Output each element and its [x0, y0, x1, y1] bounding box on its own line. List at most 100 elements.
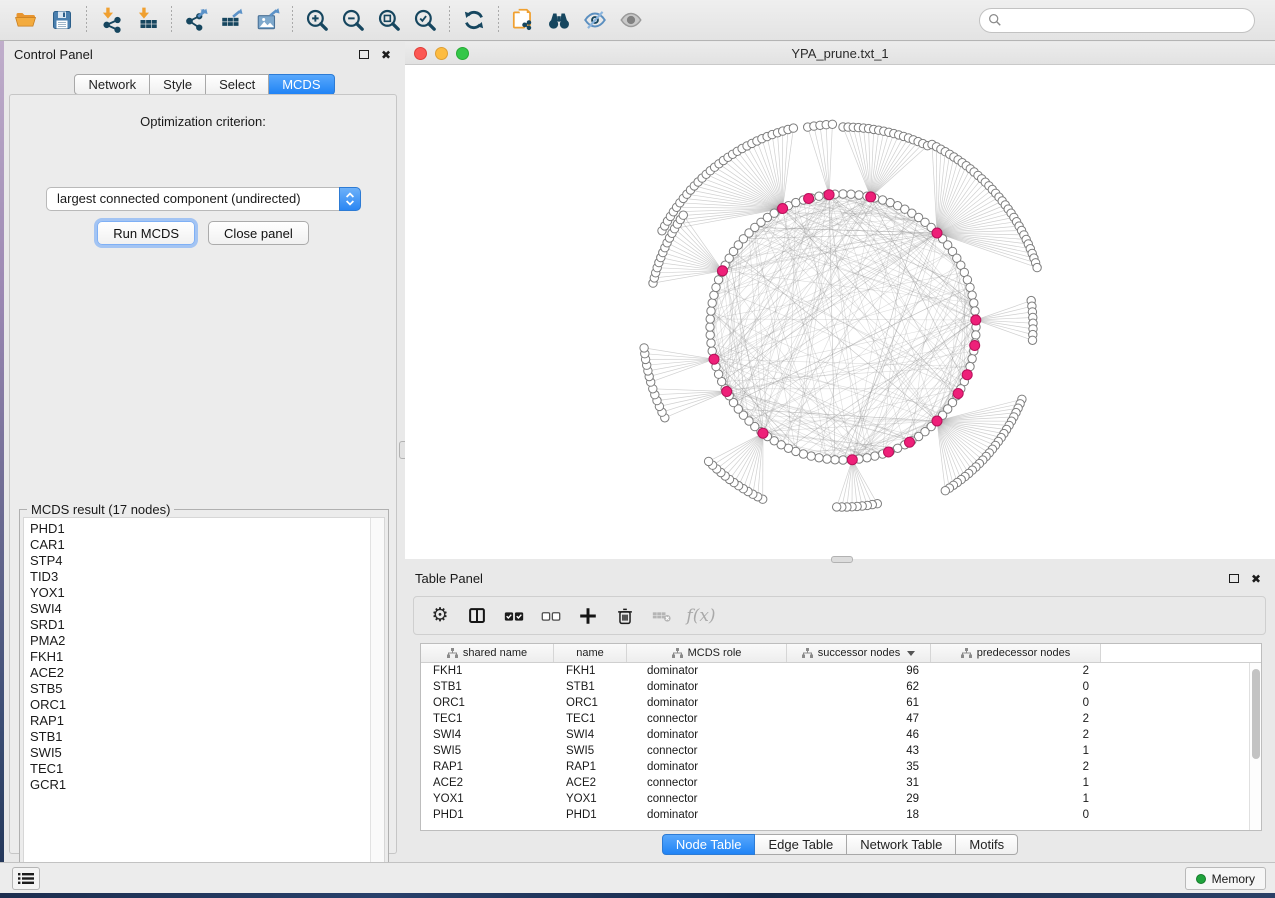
mcds-result-item[interactable]: GCR1 — [30, 777, 370, 793]
eye-icon — [617, 7, 645, 33]
tab-motifs[interactable]: Motifs — [956, 834, 1018, 855]
export-network-button[interactable] — [178, 3, 214, 37]
frame-maximize-button[interactable] — [456, 47, 469, 60]
column-header-MCDS-role[interactable]: MCDS role — [627, 644, 787, 662]
network-canvas[interactable] — [405, 65, 1275, 558]
tab-edge-table[interactable]: Edge Table — [755, 834, 847, 855]
float-panel-button[interactable] — [355, 47, 373, 63]
table-row[interactable]: YOX1YOX1connector291 — [421, 791, 1249, 807]
sitemap-icon — [672, 648, 683, 658]
table-cell: dominator — [627, 759, 787, 775]
close-mcds-panel-button[interactable]: Close panel — [208, 221, 309, 245]
mcds-result-item[interactable]: STB5 — [30, 681, 370, 697]
tab-style[interactable]: Style — [150, 74, 206, 95]
zoom-selected-button[interactable] — [407, 3, 443, 37]
table-scrollbar-thumb[interactable] — [1252, 669, 1260, 759]
table-cell: 61 — [787, 695, 931, 711]
mcds-result-item[interactable]: STB1 — [30, 729, 370, 745]
mcds-result-item[interactable]: ACE2 — [30, 665, 370, 681]
column-header-shared-name[interactable]: shared name — [421, 644, 554, 662]
table-row[interactable]: PHD1PHD1dominator180 — [421, 807, 1249, 823]
import-network-icon — [98, 7, 124, 33]
show-all-button[interactable] — [613, 3, 649, 37]
import-network-button[interactable] — [93, 3, 129, 37]
import-table-button[interactable] — [129, 3, 165, 37]
mcds-result-item[interactable]: RAP1 — [30, 713, 370, 729]
memory-label: Memory — [1212, 872, 1255, 886]
table-row[interactable]: ORC1ORC1dominator610 — [421, 695, 1249, 711]
sitemap-icon — [447, 648, 458, 658]
memory-status-icon — [1196, 874, 1206, 884]
close-panel-button[interactable]: ✖ — [377, 47, 395, 63]
table-cell: ORC1 — [554, 695, 627, 711]
table-row[interactable]: SWI4SWI4dominator462 — [421, 727, 1249, 743]
run-mcds-button[interactable]: Run MCDS — [97, 221, 195, 245]
delete-columns-button[interactable] — [611, 602, 639, 630]
tab-mcds[interactable]: MCDS — [269, 74, 334, 95]
mcds-result-item[interactable]: TID3 — [30, 569, 370, 585]
fit-content-button[interactable] — [371, 3, 407, 37]
find-button[interactable] — [541, 3, 577, 37]
task-list-icon — [18, 872, 34, 885]
search-input[interactable] — [979, 8, 1255, 33]
column-header-predecessor-nodes[interactable]: predecessor nodes — [931, 644, 1101, 662]
table-cell: 43 — [787, 743, 931, 759]
table-cell: 2 — [931, 727, 1101, 743]
mcds-result-item[interactable]: FKH1 — [30, 649, 370, 665]
memory-button[interactable]: Memory — [1185, 867, 1266, 890]
criterion-select[interactable]: largest connected component (undirected) — [46, 187, 361, 211]
mcds-result-item[interactable]: SWI4 — [30, 601, 370, 617]
hide-selected-button[interactable] — [577, 3, 613, 37]
table-options-button[interactable]: ⚙ — [426, 602, 454, 630]
zoom-in-button[interactable] — [299, 3, 335, 37]
table-row[interactable]: TEC1TEC1connector472 — [421, 711, 1249, 727]
table-cell: connector — [627, 775, 787, 791]
table-cell: SWI5 — [421, 743, 554, 759]
frame-close-button[interactable] — [414, 47, 427, 60]
mcds-result-item[interactable]: YOX1 — [30, 585, 370, 601]
export-table-button[interactable] — [214, 3, 250, 37]
criterion-select-stepper[interactable] — [339, 187, 361, 211]
horizontal-splitter-handle[interactable] — [831, 556, 853, 563]
new-network-from-selection-button[interactable] — [505, 3, 541, 37]
float-table-panel-button[interactable] — [1225, 571, 1243, 587]
create-column-button[interactable] — [574, 602, 602, 630]
zoom-out-button[interactable] — [335, 3, 371, 37]
mcds-result-item[interactable]: ORC1 — [30, 697, 370, 713]
tab-select[interactable]: Select — [206, 74, 269, 95]
mcds-result-item[interactable]: TEC1 — [30, 761, 370, 777]
mcds-list-scrollbar[interactable] — [370, 518, 384, 875]
tab-network-table[interactable]: Network Table — [847, 834, 956, 855]
table-scrollbar[interactable] — [1249, 663, 1261, 830]
table-cell: 29 — [787, 791, 931, 807]
tab-network[interactable]: Network — [74, 74, 150, 95]
close-table-panel-button[interactable]: ✖ — [1247, 571, 1265, 587]
mcds-result-item[interactable]: PHD1 — [30, 521, 370, 537]
table-row[interactable]: SWI5SWI5connector431 — [421, 743, 1249, 759]
column-header-successor-nodes[interactable]: successor nodes — [787, 644, 931, 662]
unselect-all-columns-button[interactable] — [537, 602, 565, 630]
mcds-result-item[interactable]: SRD1 — [30, 617, 370, 633]
table-cell: 1 — [931, 743, 1101, 759]
export-image-button[interactable] — [250, 3, 286, 37]
refresh-button[interactable] — [456, 3, 492, 37]
network-frame-titlebar[interactable]: YPA_prune.txt_1 — [405, 42, 1275, 65]
table-cell: connector — [627, 711, 787, 727]
open-session-button[interactable] — [8, 3, 44, 37]
table-row[interactable]: STB1STB1dominator620 — [421, 679, 1249, 695]
save-session-button[interactable] — [44, 3, 80, 37]
mcds-result-item[interactable]: SWI5 — [30, 745, 370, 761]
frame-minimize-button[interactable] — [435, 47, 448, 60]
table-row[interactable]: RAP1RAP1dominator352 — [421, 759, 1249, 775]
table-row[interactable]: ACE2ACE2connector311 — [421, 775, 1249, 791]
tab-node-table[interactable]: Node Table — [662, 834, 756, 855]
table-row[interactable]: FKH1FKH1dominator962 — [421, 663, 1249, 679]
select-all-columns-button[interactable] — [500, 602, 528, 630]
mcds-result-item[interactable]: PMA2 — [30, 633, 370, 649]
task-history-button[interactable] — [12, 867, 40, 890]
refresh-icon — [461, 7, 487, 33]
show-columns-button[interactable] — [463, 602, 491, 630]
column-header-name[interactable]: name — [554, 644, 627, 662]
mcds-result-item[interactable]: STP4 — [30, 553, 370, 569]
mcds-result-item[interactable]: CAR1 — [30, 537, 370, 553]
